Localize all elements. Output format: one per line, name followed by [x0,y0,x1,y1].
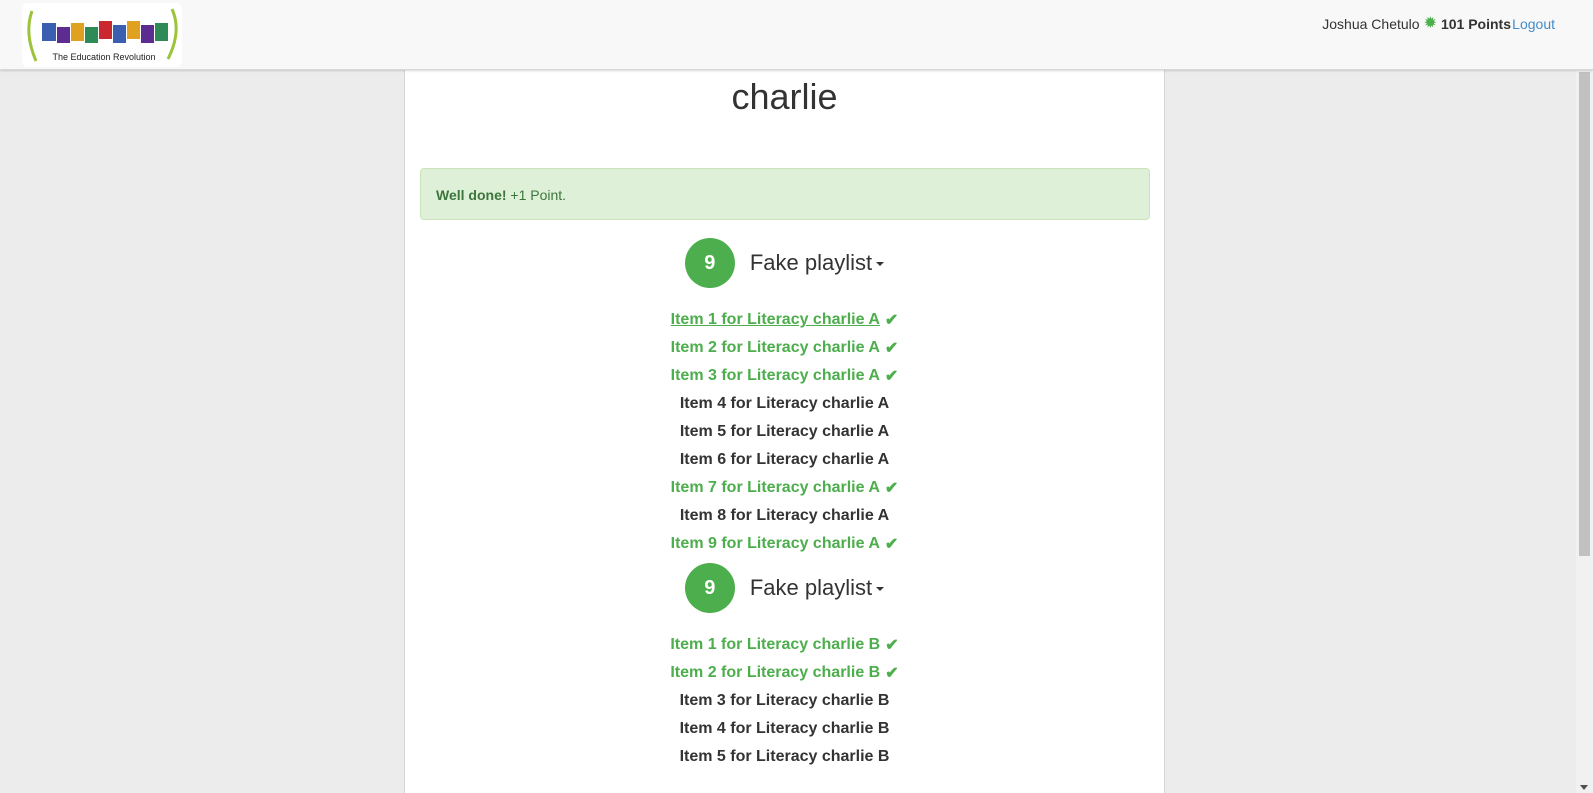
playlist-item-label: Item 5 for Literacy charlie A [679,423,890,440]
playlist-item-label: Item 1 for Literacy charlie A [670,311,880,328]
scroll-down-arrow-icon[interactable] [1580,785,1588,790]
top-navbar: The Education Revolution Joshua Chetulo … [0,0,1593,70]
playlist-item[interactable]: Item 3 for Literacy charlie A ✔ [405,362,1164,390]
playlist-title: Fake playlist [749,575,873,600]
playlist-count-badge: 9 [684,238,735,288]
playlist-item-label: Item 2 for Literacy charlie A [670,339,880,356]
scrollbar[interactable] [1576,70,1593,793]
checkmark-icon: ✔ [885,637,899,654]
caret-down-icon [876,587,885,592]
alert-message: +1 Point. [506,187,567,203]
playlist-header: 9 Fake playlist [405,563,1164,613]
playlist-item[interactable]: Item 2 for Literacy charlie A ✔ [405,334,1164,362]
playlist-dropdown[interactable]: Fake playlist [749,575,885,601]
playlist-item[interactable]: Item 8 for Literacy charlie A [405,502,1164,530]
playlist-item-label: Item 5 for Literacy charlie B [679,748,890,765]
playlist-item-label: Item 2 for Literacy charlie B [670,664,881,681]
playlist-item[interactable]: Item 5 for Literacy charlie B [405,743,1164,771]
points-count: 101 Points [1440,16,1511,32]
playlist-item-label: Item 3 for Literacy charlie A [670,367,880,384]
playlist-item-label: Item 4 for Literacy charlie A [679,395,890,412]
checkmark-icon: ✔ [884,480,899,497]
playlist-item-label: Item 9 for Literacy charlie A [670,535,880,552]
playlist-item-label: Item 8 for Literacy charlie A [679,507,890,524]
playlist-items: Item 1 for Literacy charlie B ✔ Item 2 for… [405,631,1164,771]
user-info: Joshua Chetulo ✹ 101 Points [1322,15,1511,33]
playlist-item[interactable]: Item 2 for Literacy charlie B ✔ [405,659,1164,687]
alert-strong: Well done! [436,187,507,203]
playlist-item-label: Item 4 for Literacy charlie B [679,720,890,737]
checkmark-icon: ✔ [884,340,899,357]
checkmark-icon: ✔ [884,312,899,329]
checkmark-icon: ✔ [884,368,899,385]
checkmark-icon: ✔ [884,536,899,553]
playlist-title: Fake playlist [749,250,873,275]
playlist-count-badge: 9 [684,563,735,613]
edulution-logo[interactable]: The Education Revolution [22,3,182,67]
playlist-item-label: Item 3 for Literacy charlie B [679,692,890,709]
playlist-item[interactable]: Item 3 for Literacy charlie B [405,687,1164,715]
playlist-item[interactable]: Item 1 for Literacy charlie A ✔ [405,306,1164,334]
playlist-item[interactable]: Item 4 for Literacy charlie B [405,715,1164,743]
playlist-item-label: Item 7 for Literacy charlie A [670,479,880,496]
caret-down-icon [876,262,885,267]
playlist-item[interactable]: Item 6 for Literacy charlie A [405,446,1164,474]
checkmark-icon: ✔ [885,665,899,682]
scrollbar-thumb[interactable] [1579,72,1590,556]
logout-link[interactable]: Logout [1512,16,1555,32]
playlist-item[interactable]: Item 5 for Literacy charlie A [405,418,1164,446]
playlist-item[interactable]: Item 9 for Literacy charlie A ✔ [405,530,1164,558]
success-alert: Well done! +1 Point. [420,168,1150,220]
playlist-item[interactable]: Item 7 for Literacy charlie A ✔ [405,474,1164,502]
playlist-dropdown[interactable]: Fake playlist [749,250,885,276]
playlist-item-label: Item 1 for Literacy charlie B [670,636,881,653]
logo-tagline: The Education Revolution [52,52,155,62]
main-content: charlie Well done! +1 Point. 9 Fake play… [404,70,1165,793]
star-icon: ✹ [1423,15,1437,32]
playlist-item-label: Item 6 for Literacy charlie A [679,451,890,468]
page-title: charlie [731,76,838,117]
playlist-items: Item 1 for Literacy charlie A ✔ Item 2 for… [405,306,1164,558]
playlist-header: 9 Fake playlist [405,238,1164,288]
user-name: Joshua Chetulo [1322,16,1420,32]
playlist-item[interactable]: Item 1 for Literacy charlie B ✔ [405,631,1164,659]
playlist-item[interactable]: Item 4 for Literacy charlie A [405,390,1164,418]
